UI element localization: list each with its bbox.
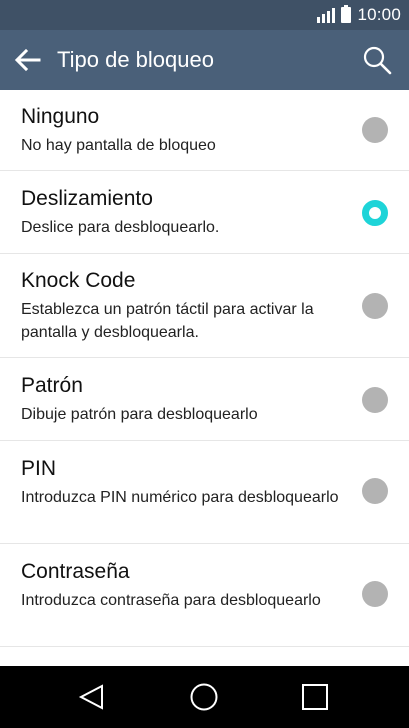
option-password[interactable]: Contraseña Introduzca contraseña para de… bbox=[0, 544, 409, 647]
option-title: Deslizamiento bbox=[21, 187, 153, 210]
arrow-left-icon bbox=[14, 48, 41, 72]
option-subtitle: Introduzca PIN numérico para desbloquear… bbox=[21, 489, 339, 506]
option-knock-code[interactable]: Knock Code Establezca un patrón táctil p… bbox=[0, 254, 409, 358]
nav-recents-button[interactable] bbox=[299, 681, 331, 713]
radio-button[interactable] bbox=[362, 581, 388, 607]
navigation-bar bbox=[0, 666, 409, 728]
option-subtitle: Introduzca contraseña para desbloquearlo bbox=[21, 592, 321, 609]
radio-button[interactable] bbox=[362, 478, 388, 504]
option-subtitle: Dibuje patrón para desbloquearlo bbox=[21, 406, 258, 423]
option-subtitle: No hay pantalla de bloqueo bbox=[21, 137, 216, 154]
radio-button-selected[interactable] bbox=[362, 200, 388, 226]
option-subtitle: Deslice para desbloquearlo. bbox=[21, 219, 220, 236]
option-pin[interactable]: PIN Introduzca PIN numérico para desbloq… bbox=[0, 441, 409, 544]
option-pattern[interactable]: Patrón Dibuje patrón para desbloquearlo bbox=[0, 358, 409, 441]
battery-icon bbox=[341, 5, 352, 23]
nav-back-button[interactable] bbox=[76, 681, 108, 713]
option-title: Patrón bbox=[21, 374, 83, 397]
radio-button[interactable] bbox=[362, 387, 388, 413]
radio-button[interactable] bbox=[362, 293, 388, 319]
option-title: PIN bbox=[21, 457, 57, 480]
page-title: Tipo de bloqueo bbox=[57, 47, 214, 72]
option-text: Deslizamiento Deslice para desbloquearlo… bbox=[21, 186, 341, 239]
signal-icon bbox=[317, 7, 336, 23]
home-circle-icon bbox=[190, 683, 218, 711]
status-time: 10:00 bbox=[357, 5, 401, 24]
lock-type-list: Ninguno No hay pantalla de bloqueo Desli… bbox=[0, 90, 409, 647]
option-title: Contraseña bbox=[21, 560, 130, 583]
status-icons: 10:00 bbox=[317, 0, 401, 30]
back-triangle-icon bbox=[78, 684, 103, 710]
search-icon bbox=[363, 46, 392, 75]
option-title: Ninguno bbox=[21, 105, 100, 128]
option-text: PIN Introduzca PIN numérico para desbloq… bbox=[21, 456, 341, 509]
option-text: Contraseña Introduzca contraseña para de… bbox=[21, 559, 341, 612]
search-button[interactable] bbox=[361, 44, 393, 76]
app-bar: Tipo de bloqueo bbox=[0, 30, 409, 90]
option-text: Ninguno No hay pantalla de bloqueo bbox=[21, 104, 341, 157]
nav-home-button[interactable] bbox=[188, 681, 220, 713]
option-text: Knock Code Establezca un patrón táctil p… bbox=[21, 268, 341, 344]
option-swipe[interactable]: Deslizamiento Deslice para desbloquearlo… bbox=[0, 171, 409, 254]
option-subtitle: Establezca un patrón táctil para activar… bbox=[21, 301, 314, 341]
status-bar: 10:00 bbox=[0, 0, 409, 30]
option-title: Knock Code bbox=[21, 269, 136, 292]
option-text: Patrón Dibuje patrón para desbloquearlo bbox=[21, 373, 341, 426]
back-button[interactable] bbox=[12, 44, 44, 76]
option-none[interactable]: Ninguno No hay pantalla de bloqueo bbox=[0, 90, 409, 171]
recents-square-icon bbox=[302, 684, 328, 710]
radio-button[interactable] bbox=[362, 117, 388, 143]
